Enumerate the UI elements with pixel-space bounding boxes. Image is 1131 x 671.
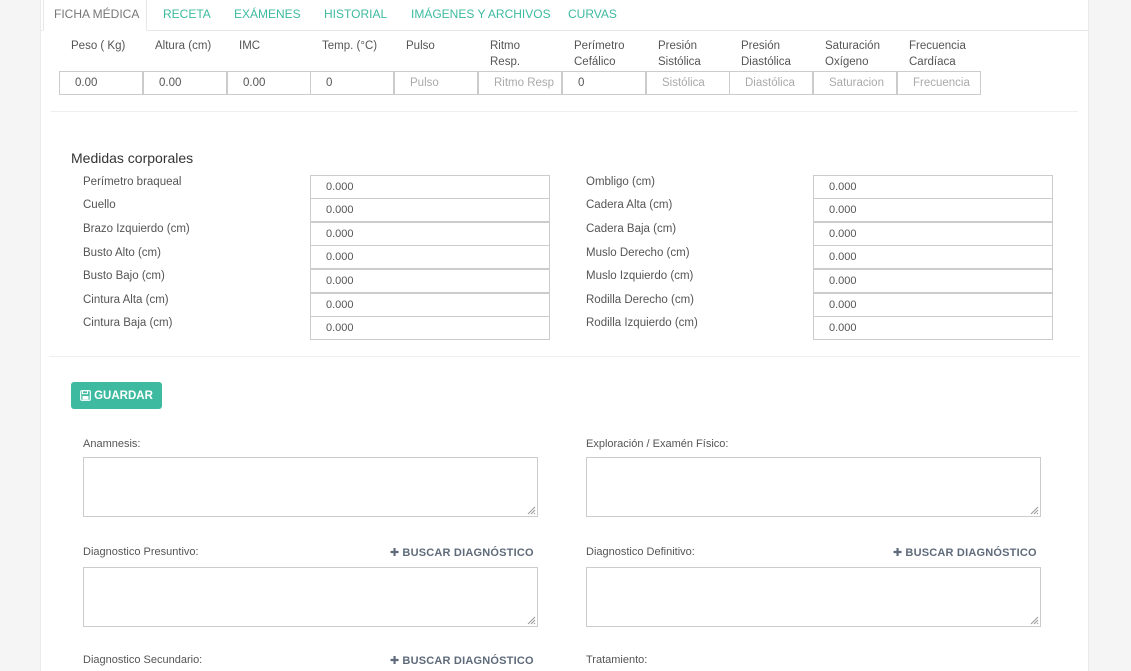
measure-label-rodilla-izquierdo: Rodilla Izquierdo (cm) <box>586 317 698 329</box>
resize-grip-icon[interactable] <box>526 615 536 625</box>
perimetro-cefalico-input[interactable] <box>562 71 646 95</box>
save-button-label: GUARDAR <box>94 389 153 402</box>
search-diagnosis-link[interactable]: ✚ BUSCAR DIAGNÓSTICO <box>390 654 534 668</box>
measure-label-cintura-baja: Cintura Baja (cm) <box>83 317 173 329</box>
diag-definitivo-label: Diagnostico Definitivo: <box>586 546 695 558</box>
vital-label-ritmo-resp: Ritmo Resp. <box>490 40 521 68</box>
vital-label-temp: Temp. (°C) <box>322 40 378 52</box>
vital-label-altura: Altura (cm) <box>155 40 212 52</box>
measure-label-busto-bajo: Busto Bajo (cm) <box>83 270 165 282</box>
frecuencia-input[interactable] <box>897 71 981 95</box>
measure-label-cadera-alta: Cadera Alta (cm) <box>586 199 673 211</box>
tab-ficha-medica[interactable]: FICHA MÉDICA <box>43 0 147 31</box>
saturacion-input[interactable] <box>813 71 897 95</box>
brazo-izquierdo-input[interactable] <box>310 222 550 246</box>
tab-examenes[interactable]: EXÁMENES <box>234 0 301 30</box>
body-measures-title: Medidas corporales <box>71 150 194 166</box>
resize-grip-icon[interactable] <box>526 505 536 515</box>
vital-label-pulso: Pulso <box>406 40 435 52</box>
plus-icon: ✚ <box>390 547 400 559</box>
perimetro-braqueal-input[interactable] <box>310 175 550 199</box>
cadera-baja-input[interactable] <box>813 222 1053 246</box>
anamnesis-textarea[interactable] <box>83 457 538 517</box>
floppy-disk-icon <box>80 390 92 401</box>
pulso-input[interactable] <box>394 71 478 95</box>
tab-receta[interactable]: RECETA <box>163 0 211 30</box>
rodilla-derecho-input[interactable] <box>813 293 1053 317</box>
presion-sistolica-input[interactable] <box>646 71 730 95</box>
exploracion-label: Exploración / Examén Físico: <box>586 438 729 450</box>
measure-label-muslo-izquierdo: Muslo Izquierdo (cm) <box>586 270 694 282</box>
search-diagnosis-label: BUSCAR DIAGNÓSTICO <box>402 546 534 559</box>
ombligo-input[interactable] <box>813 175 1053 199</box>
measure-label-cuello: Cuello <box>83 199 116 211</box>
rodilla-izquierdo-input[interactable] <box>813 316 1053 340</box>
measure-label-cadera-baja: Cadera Baja (cm) <box>586 223 677 235</box>
measure-label-brazo-izquierdo: Brazo Izquierdo (cm) <box>83 223 190 235</box>
diag-secundario-label: Diagnostico Secundario: <box>83 654 203 666</box>
imc-input[interactable] <box>227 71 311 95</box>
cuello-input[interactable] <box>310 198 550 222</box>
plus-icon: ✚ <box>893 547 903 559</box>
busto-bajo-input[interactable] <box>310 269 550 293</box>
resize-grip-icon[interactable] <box>1029 505 1039 515</box>
search-diagnosis-link[interactable]: ✚ BUSCAR DIAGNÓSTICO <box>390 546 534 560</box>
measure-label-ombligo: Ombligo (cm) <box>586 176 656 188</box>
muslo-derecho-input[interactable] <box>813 245 1053 269</box>
search-diagnosis-link[interactable]: ✚ BUSCAR DIAGNÓSTICO <box>893 546 1037 560</box>
muslo-izquierdo-input[interactable] <box>813 269 1053 293</box>
search-diagnosis-label: BUSCAR DIAGNÓSTICO <box>402 654 534 667</box>
measure-label-cintura-alta: Cintura Alta (cm) <box>83 294 169 306</box>
vital-label-presion-diastolica: Presión Diastólica <box>741 40 791 68</box>
altura-input[interactable] <box>143 71 227 95</box>
diag-presuntivo-textarea[interactable] <box>83 567 538 627</box>
ritmo-resp-input[interactable] <box>478 71 562 95</box>
measure-label-perimetro-braqueal: Perímetro braqueal <box>83 176 182 188</box>
resize-grip-icon[interactable] <box>1029 615 1039 625</box>
measure-label-muslo-derecho: Muslo Derecho (cm) <box>586 247 690 259</box>
temp-input[interactable] <box>310 71 394 95</box>
tab-historial[interactable]: HISTORIAL <box>324 0 387 30</box>
cintura-baja-input[interactable] <box>310 316 550 340</box>
measure-label-busto-alto: Busto Alto (cm) <box>83 247 161 259</box>
peso-input[interactable] <box>59 71 143 95</box>
vital-label-frecuencia: Frecuencia Cardíaca <box>909 40 966 68</box>
tab-curvas[interactable]: CURVAS <box>568 0 617 30</box>
tab-imagenes-archivos[interactable]: IMÁGENES Y ARCHIVOS <box>411 0 551 30</box>
busto-alto-input[interactable] <box>310 245 550 269</box>
tratamiento-label: Tratamiento: <box>586 654 648 666</box>
search-diagnosis-label: BUSCAR DIAGNÓSTICO <box>905 546 1037 559</box>
medical-record-panel: FICHA MÉDICA RECETA EXÁMENES HISTORIAL I… <box>40 0 1089 671</box>
divider <box>51 111 1078 112</box>
plus-icon: ✚ <box>390 655 400 667</box>
divider <box>49 356 1080 357</box>
vital-label-saturacion: Saturación Oxígeno <box>825 40 880 68</box>
exploracion-textarea[interactable] <box>586 457 1041 517</box>
vital-label-peso: Peso ( Kg) <box>71 40 126 52</box>
vital-label-imc: IMC <box>239 40 261 52</box>
vital-label-perimetro-cefalico: Perímetro Cefálico <box>574 40 625 68</box>
anamnesis-label: Anamnesis: <box>83 438 141 450</box>
vital-label-presion-sistolica: Presión Sistólica <box>658 40 701 68</box>
presion-diastolica-input[interactable] <box>729 71 813 95</box>
tab-bar: FICHA MÉDICA RECETA EXÁMENES HISTORIAL I… <box>41 0 1088 31</box>
diag-definitivo-textarea[interactable] <box>586 567 1041 627</box>
cadera-alta-input[interactable] <box>813 198 1053 222</box>
measure-label-rodilla-derecho: Rodilla Derecho (cm) <box>586 294 695 306</box>
save-button[interactable]: GUARDAR <box>71 382 162 409</box>
cintura-alta-input[interactable] <box>310 293 550 317</box>
diag-presuntivo-label: Diagnostico Presuntivo: <box>83 546 199 558</box>
